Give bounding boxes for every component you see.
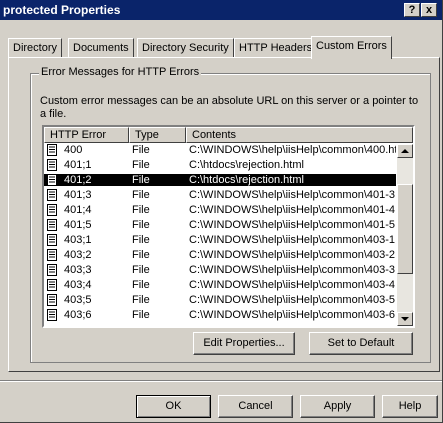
contents-cell: C:\WINDOWS\help\iisHelp\common\400.htm — [189, 144, 396, 156]
window-title: protected Properties — [3, 3, 121, 17]
help-title-button[interactable]: ? — [404, 3, 420, 17]
type-cell: File — [132, 204, 150, 216]
table-row[interactable]: 403;1 File C:\WINDOWS\help\iisHelp\common\… — [44, 234, 396, 246]
file-icon — [47, 219, 57, 231]
contents-cell: C:\htdocs\rejection.html — [189, 159, 304, 171]
footer-divider — [0, 380, 442, 382]
file-icon — [47, 264, 57, 276]
contents-cell: C:\htdocs\rejection.html — [189, 174, 304, 186]
help-button[interactable]: Help — [382, 395, 438, 418]
contents-cell: C:\WINDOWS\help\iisHelp\common\403-6.h — [189, 309, 396, 321]
http-error-cell: 401;4 — [64, 204, 92, 216]
file-icon — [47, 234, 57, 246]
tab-directory-security[interactable]: Directory Security — [137, 38, 234, 58]
arrow-down-icon — [401, 317, 409, 321]
table-row[interactable]: 403;4 File C:\WINDOWS\help\iisHelp\common\… — [44, 279, 396, 291]
http-error-cell: 403;1 — [64, 234, 92, 246]
list-vertical-scrollbar[interactable] — [397, 144, 413, 326]
ok-button[interactable]: OK — [136, 395, 211, 418]
type-cell: File — [132, 174, 150, 186]
http-error-cell: 403;3 — [64, 264, 92, 276]
contents-cell: C:\WINDOWS\help\iisHelp\common\401-3.h — [189, 189, 396, 201]
type-cell: File — [132, 189, 150, 201]
file-icon — [47, 174, 57, 186]
close-title-button[interactable]: x — [421, 3, 437, 17]
column-header-http-error[interactable]: HTTP Error — [44, 127, 129, 143]
set-to-default-button[interactable]: Set to Default — [309, 332, 413, 355]
table-row[interactable]: 403;5 File C:\WINDOWS\help\iisHelp\common\… — [44, 294, 396, 306]
file-icon — [47, 189, 57, 201]
scroll-down-button[interactable] — [397, 312, 413, 326]
type-cell: File — [132, 264, 150, 276]
table-row[interactable]: 403;2 File C:\WINDOWS\help\iisHelp\common\… — [44, 249, 396, 261]
contents-cell: C:\WINDOWS\help\iisHelp\common\403-1.h — [189, 234, 396, 246]
type-cell: File — [132, 309, 150, 321]
type-cell: File — [132, 249, 150, 261]
column-header-type[interactable]: Type — [129, 127, 186, 143]
http-error-cell: 403;5 — [64, 294, 92, 306]
table-row[interactable]: 401;2 File C:\htdocs\rejection.html — [44, 174, 396, 186]
column-header-contents[interactable]: Contents — [186, 127, 413, 143]
http-errors-list[interactable]: HTTP Error Type Contents 400 File C:\WINDO… — [42, 125, 415, 328]
http-error-cell: 403;2 — [64, 249, 92, 261]
groupbox-title: Error Messages for HTTP Errors — [39, 66, 202, 78]
table-row[interactable]: 401;3 File C:\WINDOWS\help\iisHelp\common\… — [44, 189, 396, 201]
file-icon — [47, 309, 57, 321]
table-row[interactable]: 401;1 File C:\htdocs\rejection.html — [44, 159, 396, 171]
http-error-cell: 401;3 — [64, 189, 92, 201]
type-cell: File — [132, 294, 150, 306]
type-cell: File — [132, 234, 150, 246]
tab-documents[interactable]: Documents — [68, 38, 134, 58]
contents-cell: C:\WINDOWS\help\iisHelp\common\403-5.h — [189, 294, 396, 306]
scroll-thumb[interactable] — [397, 184, 413, 274]
http-error-cell: 400 — [64, 144, 83, 156]
list-header: HTTP Error Type Contents — [44, 127, 413, 143]
type-cell: File — [132, 159, 150, 171]
properties-dialog: protected Properties ? x Directory Docum… — [0, 0, 443, 423]
arrow-up-icon — [401, 149, 409, 153]
http-error-cell: 403;4 — [64, 279, 92, 291]
table-row[interactable]: 401;4 File C:\WINDOWS\help\iisHelp\common\… — [44, 204, 396, 216]
tab-custom-errors[interactable]: Custom Errors — [311, 36, 392, 59]
group-description: Custom error messages can be an absolute… — [40, 95, 419, 120]
type-cell: File — [132, 144, 150, 156]
contents-cell: C:\WINDOWS\help\iisHelp\common\401-5.h — [189, 219, 396, 231]
table-row[interactable]: 400 File C:\WINDOWS\help\iisHelp\common\40… — [44, 144, 396, 156]
http-error-cell: 403;6 — [64, 309, 92, 321]
file-icon — [47, 294, 57, 306]
contents-cell: C:\WINDOWS\help\iisHelp\common\403-2.h — [189, 249, 396, 261]
file-icon — [47, 144, 57, 156]
file-icon — [47, 204, 57, 216]
cancel-button[interactable]: Cancel — [218, 395, 293, 418]
type-cell: File — [132, 219, 150, 231]
http-error-cell: 401;1 — [64, 159, 92, 171]
http-error-cell: 401;5 — [64, 219, 92, 231]
file-icon — [47, 279, 57, 291]
tab-strip: Directory Documents Directory Security H… — [8, 36, 438, 59]
apply-button[interactable]: Apply — [300, 395, 375, 418]
contents-cell: C:\WINDOWS\help\iisHelp\common\403-3.h — [189, 264, 396, 276]
contents-cell: C:\WINDOWS\help\iisHelp\common\403-4.h — [189, 279, 396, 291]
tab-directory[interactable]: Directory — [8, 38, 63, 58]
contents-cell: C:\WINDOWS\help\iisHelp\common\401-4.h — [189, 204, 396, 216]
type-cell: File — [132, 279, 150, 291]
tab-http-headers[interactable]: HTTP Headers — [234, 38, 318, 58]
table-row[interactable]: 401;5 File C:\WINDOWS\help\iisHelp\common\… — [44, 219, 396, 231]
http-error-cell: 401;2 — [64, 174, 92, 186]
edit-properties-button[interactable]: Edit Properties... — [193, 332, 295, 355]
file-icon — [47, 249, 57, 261]
file-icon — [47, 159, 57, 171]
table-row[interactable]: 403;6 File C:\WINDOWS\help\iisHelp\common\… — [44, 309, 396, 321]
scroll-up-button[interactable] — [397, 144, 413, 158]
title-bar[interactable]: protected Properties ? x — [0, 0, 442, 20]
table-row[interactable]: 403;3 File C:\WINDOWS\help\iisHelp\common\… — [44, 264, 396, 276]
